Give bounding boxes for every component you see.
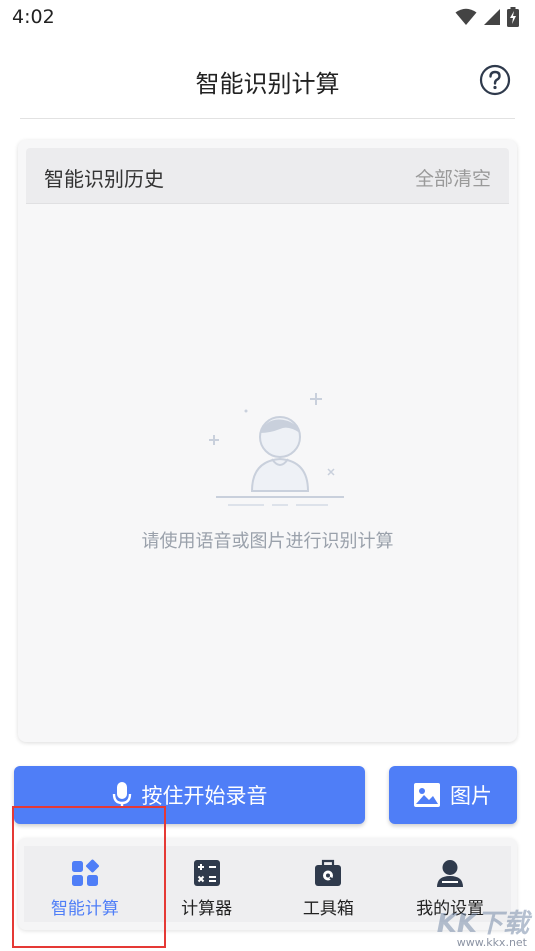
- wifi-icon: [455, 8, 477, 25]
- calculator-icon: [193, 860, 220, 886]
- empty-user-illustration: [209, 393, 344, 506]
- watermark: KK下载 www.kkx.net: [419, 903, 529, 949]
- status-bar: 4:02: [0, 0, 535, 36]
- photo-button-label: 图片: [450, 784, 492, 808]
- tab-label: 计算器: [181, 899, 233, 919]
- watermark-url: www.kkx.net: [456, 936, 527, 949]
- image-icon: [414, 783, 440, 807]
- clear-all-button[interactable]: 全部清空: [415, 164, 491, 191]
- tab-toolbox[interactable]: 工具箱: [268, 846, 390, 922]
- help-circle-icon[interactable]: [479, 64, 511, 96]
- status-time: 4:02: [12, 6, 55, 28]
- history-header: 智能识别历史 全部清空: [26, 148, 509, 204]
- watermark-brand: KK下载: [436, 909, 529, 939]
- history-card: 智能识别历史 全部清空 请使用语音或图片进行识别计算: [18, 140, 517, 742]
- header-divider: [20, 118, 515, 119]
- empty-hint-text: 请使用语音或图片进行识别计算: [141, 531, 394, 552]
- microphone-icon: [112, 782, 131, 808]
- history-title: 智能识别历史: [44, 167, 164, 191]
- tab-label: 工具箱: [302, 899, 354, 919]
- highlight-annotation-box: [12, 806, 166, 948]
- header: 智能识别计算: [0, 50, 535, 110]
- toolbox-icon: [315, 859, 342, 886]
- photo-button[interactable]: 图片: [389, 766, 517, 824]
- status-icons: [455, 6, 519, 28]
- user-icon: [437, 860, 464, 887]
- page-title: 智能识别计算: [195, 70, 340, 98]
- signal-icon: [484, 9, 500, 25]
- battery-charging-icon: [507, 7, 519, 27]
